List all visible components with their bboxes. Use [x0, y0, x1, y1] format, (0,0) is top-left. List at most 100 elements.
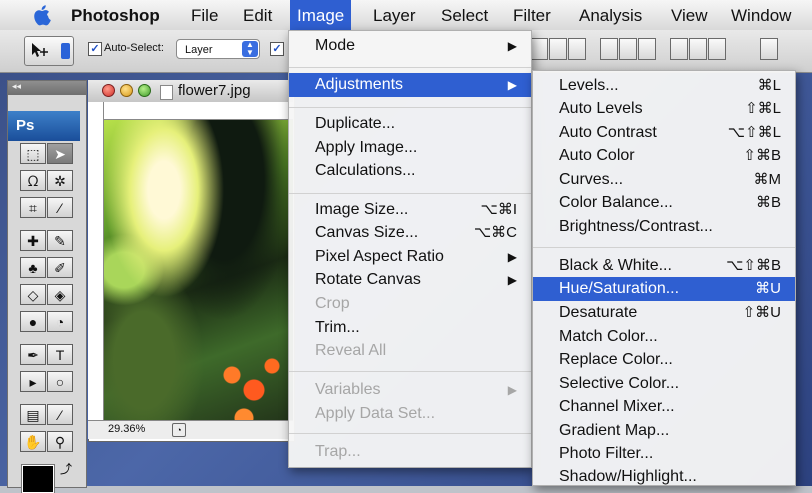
- menu-item-variables: Variables ▶: [289, 378, 531, 402]
- healing-brush-tool-icon[interactable]: ✚: [20, 230, 46, 251]
- menu-item-channel-mixer[interactable]: Channel Mixer...: [533, 395, 795, 419]
- show-transform-checkbox[interactable]: ✓: [270, 42, 284, 56]
- align-top-button[interactable]: [530, 38, 548, 60]
- menu-item-calculations[interactable]: Calculations...: [289, 159, 531, 183]
- menu-item-hue-saturation[interactable]: Hue/Saturation... ⌘U: [533, 277, 795, 301]
- apple-icon[interactable]: [33, 4, 53, 26]
- zoom-window-icon[interactable]: [138, 84, 151, 97]
- menu-item-replace-color[interactable]: Replace Color...: [533, 348, 795, 372]
- menu-item-shadow-highlight[interactable]: Shadow/Highlight...: [533, 466, 795, 486]
- auto-align-button[interactable]: [760, 38, 778, 60]
- brush-tool-icon[interactable]: ✎: [47, 230, 73, 251]
- path-selection-tool-icon[interactable]: ▸: [20, 371, 46, 392]
- menu-select[interactable]: Select: [434, 0, 495, 30]
- notes-tool-icon[interactable]: ▤: [20, 404, 46, 425]
- submenu-arrow-icon: ▶: [507, 78, 517, 92]
- distribute-center-button[interactable]: [619, 38, 637, 60]
- close-window-icon[interactable]: [102, 84, 115, 97]
- history-brush-tool-icon[interactable]: ✐: [47, 257, 73, 278]
- menu-analysis[interactable]: Analysis: [572, 0, 649, 30]
- menu-item-duplicate[interactable]: Duplicate...: [289, 112, 531, 136]
- dodge-tool-icon[interactable]: ◔: [47, 311, 73, 332]
- menu-photoshop[interactable]: Photoshop: [64, 0, 167, 30]
- menu-layer[interactable]: Layer: [366, 0, 423, 30]
- palette-collapse-icon[interactable]: ◂◂: [8, 81, 86, 95]
- vertical-ruler[interactable]: [88, 102, 104, 420]
- stepper-icon: ▲ ▼: [242, 41, 258, 57]
- tool-preset-picker[interactable]: [24, 36, 74, 66]
- menu-bar: Photoshop File Edit Image Layer Select F…: [0, 0, 812, 31]
- menu-item-adjustments[interactable]: Adjustments ▶: [289, 73, 531, 97]
- menu-item-levels[interactable]: Levels... ⌘L: [533, 74, 795, 98]
- menu-item-curves[interactable]: Curves... ⌘M: [533, 168, 795, 192]
- menu-item-trim[interactable]: Trim...: [289, 316, 531, 340]
- distribute-top-button[interactable]: [600, 38, 618, 60]
- menu-item-rotate-canvas[interactable]: Rotate Canvas ▶: [289, 268, 531, 292]
- magic-wand-tool-icon[interactable]: ✲: [47, 170, 73, 191]
- menu-filter[interactable]: Filter: [506, 0, 558, 30]
- menu-item-auto-levels[interactable]: Auto Levels ⇧⌘L: [533, 97, 795, 121]
- menu-item-black-white[interactable]: Black & White... ⌥⇧⌘B: [533, 254, 795, 278]
- status-menu-icon[interactable]: ◔: [172, 423, 186, 437]
- horizontal-ruler[interactable]: [103, 102, 293, 120]
- document-proxy-icon[interactable]: [160, 85, 173, 100]
- slice-tool-icon[interactable]: ⁄: [47, 197, 73, 218]
- zoom-level[interactable]: 29.36%: [108, 421, 145, 438]
- menu-image[interactable]: Image: [290, 0, 352, 30]
- menu-item-color-balance[interactable]: Color Balance... ⌘B: [533, 191, 795, 215]
- move-tool-button-icon[interactable]: ➤: [47, 143, 73, 164]
- eraser-tool-icon[interactable]: ◇: [20, 284, 46, 305]
- menu-divider: [289, 371, 531, 372]
- menu-window[interactable]: Window: [724, 0, 798, 30]
- menu-item-mode[interactable]: Mode ▶: [289, 34, 531, 58]
- menu-item-photo-filter[interactable]: Photo Filter...: [533, 442, 795, 466]
- document-title: flower7.jpg: [178, 82, 251, 99]
- menu-item-pixel-aspect-ratio[interactable]: Pixel Aspect Ratio ▶: [289, 245, 531, 269]
- crop-tool-icon[interactable]: ⌗: [20, 197, 46, 218]
- image-menu: Mode ▶ Adjustments ▶ Duplicate... Apply …: [288, 30, 532, 468]
- menu-file[interactable]: File: [184, 0, 225, 30]
- menu-item-auto-contrast[interactable]: Auto Contrast ⌥⇧⌘L: [533, 121, 795, 145]
- align-center-button[interactable]: [549, 38, 567, 60]
- clone-stamp-tool-icon[interactable]: ♣: [20, 257, 46, 278]
- zoom-tool-icon[interactable]: ⚲: [47, 431, 73, 452]
- eyedropper-tool-icon[interactable]: ⁄: [47, 404, 73, 425]
- distribute-hcenter-button[interactable]: [689, 38, 707, 60]
- hand-tool-icon[interactable]: ✋: [20, 431, 46, 452]
- lasso-tool-icon[interactable]: ᘯ: [20, 170, 46, 191]
- swap-colors-icon[interactable]: ⤴: [60, 460, 72, 477]
- menu-item-image-size[interactable]: Image Size... ⌥⌘I: [289, 198, 531, 222]
- menu-item-brightness-contrast[interactable]: Brightness/Contrast...: [533, 215, 795, 239]
- image-canvas[interactable]: [104, 120, 293, 420]
- distribute-right-button[interactable]: [708, 38, 726, 60]
- menu-item-desaturate[interactable]: Desaturate ⇧⌘U: [533, 301, 795, 325]
- minimize-window-icon[interactable]: [120, 84, 133, 97]
- menu-item-gradient-map[interactable]: Gradient Map...: [533, 419, 795, 443]
- photoshop-logo: Ps: [8, 111, 80, 141]
- menu-item-auto-color[interactable]: Auto Color ⇧⌘B: [533, 144, 795, 168]
- chevron-down-icon[interactable]: [61, 43, 70, 59]
- paint-bucket-tool-icon[interactable]: ◈: [47, 284, 73, 305]
- menu-item-reveal-all: Reveal All: [315, 342, 387, 359]
- menu-item-apply-data-set: Apply Data Set...: [315, 405, 436, 422]
- blur-tool-icon[interactable]: ●: [20, 311, 46, 332]
- menu-view[interactable]: View: [664, 0, 715, 30]
- auto-select-label: Auto-Select:: [104, 42, 164, 54]
- menu-edit[interactable]: Edit: [236, 0, 279, 30]
- auto-select-dropdown[interactable]: Layer ▲ ▼: [176, 39, 260, 59]
- menu-item-match-color[interactable]: Match Color...: [533, 325, 795, 349]
- type-tool-icon[interactable]: T: [47, 344, 73, 365]
- menu-item-apply-image[interactable]: Apply Image...: [289, 136, 531, 160]
- marquee-tool-icon[interactable]: ⬚: [20, 143, 46, 164]
- menu-item-selective-color[interactable]: Selective Color...: [533, 372, 795, 396]
- foreground-color-swatch[interactable]: [21, 464, 55, 493]
- menu-item-canvas-size[interactable]: Canvas Size... ⌥⌘C: [289, 221, 531, 245]
- menu-divider: [289, 107, 531, 108]
- distribute-bottom-button[interactable]: [638, 38, 656, 60]
- align-bottom-button[interactable]: [568, 38, 586, 60]
- ellipse-tool-icon[interactable]: ○: [47, 371, 73, 392]
- distribute-left-button[interactable]: [670, 38, 688, 60]
- adjustments-submenu: Levels... ⌘L Auto Levels ⇧⌘L Auto Contra…: [532, 70, 796, 486]
- pen-tool-icon[interactable]: ✒: [20, 344, 46, 365]
- auto-select-checkbox[interactable]: ✓: [88, 42, 102, 56]
